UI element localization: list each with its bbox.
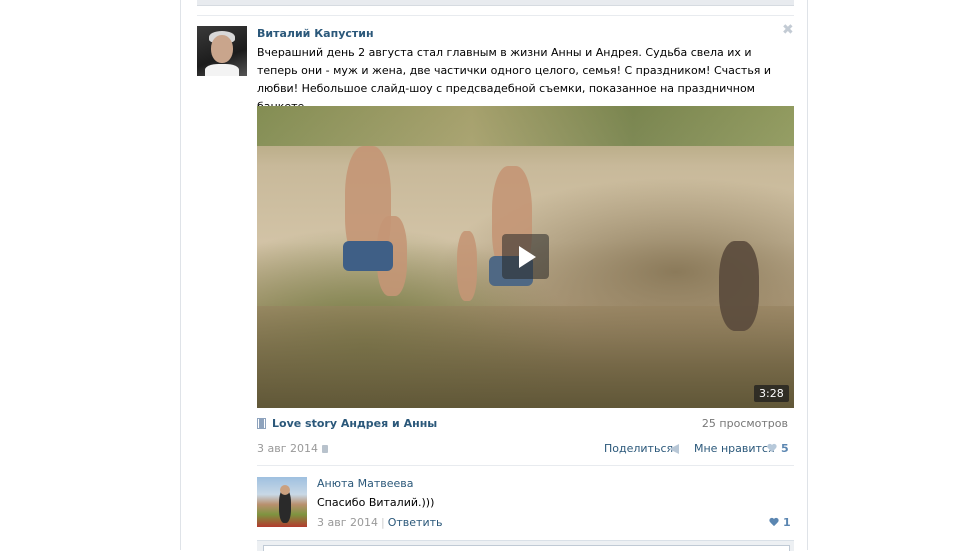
share-button[interactable]: Поделиться	[604, 442, 673, 455]
play-icon	[519, 246, 536, 268]
video-film-icon	[257, 418, 266, 429]
comments-divider	[257, 465, 794, 466]
comment-like-count[interactable]: 1	[783, 516, 791, 529]
comment-heart-icon[interactable]	[769, 518, 779, 527]
comment-meta: 3 авг 2014 | Ответить	[317, 516, 442, 529]
like-count[interactable]: 5	[781, 442, 789, 455]
page-border-right	[807, 0, 808, 550]
video-duration: 3:28	[754, 385, 789, 402]
like-button[interactable]: Мне нравится	[694, 442, 775, 455]
comment-author-avatar[interactable]	[257, 477, 307, 527]
close-icon[interactable]: ✖	[782, 23, 794, 37]
privacy-icon	[322, 445, 328, 453]
comment-text: Спасибо Виталий.)))	[317, 496, 435, 509]
post-date-row: 3 авг 2014	[257, 442, 328, 455]
megaphone-icon	[669, 444, 679, 454]
comment-date[interactable]: 3 авг 2014	[317, 516, 378, 529]
heart-icon[interactable]	[767, 444, 777, 453]
comment-author-link[interactable]: Анюта Матвеева	[317, 477, 414, 490]
previous-post-footer	[197, 0, 794, 6]
meta-separator: |	[381, 516, 385, 529]
author-avatar[interactable]	[197, 26, 247, 76]
page-border-left	[180, 0, 181, 550]
post-date[interactable]: 3 авг 2014	[257, 442, 318, 455]
video-player[interactable]	[257, 106, 794, 408]
video-title-link[interactable]: Love story Андрея и Анны	[272, 417, 437, 430]
divider	[197, 15, 794, 16]
video-views: 25 просмотров	[701, 417, 788, 430]
reply-button[interactable]: Ответить	[388, 516, 443, 529]
play-button[interactable]	[502, 234, 549, 279]
comment-input[interactable]	[263, 545, 790, 551]
post-author-link[interactable]: Виталий Капустин	[257, 27, 374, 40]
